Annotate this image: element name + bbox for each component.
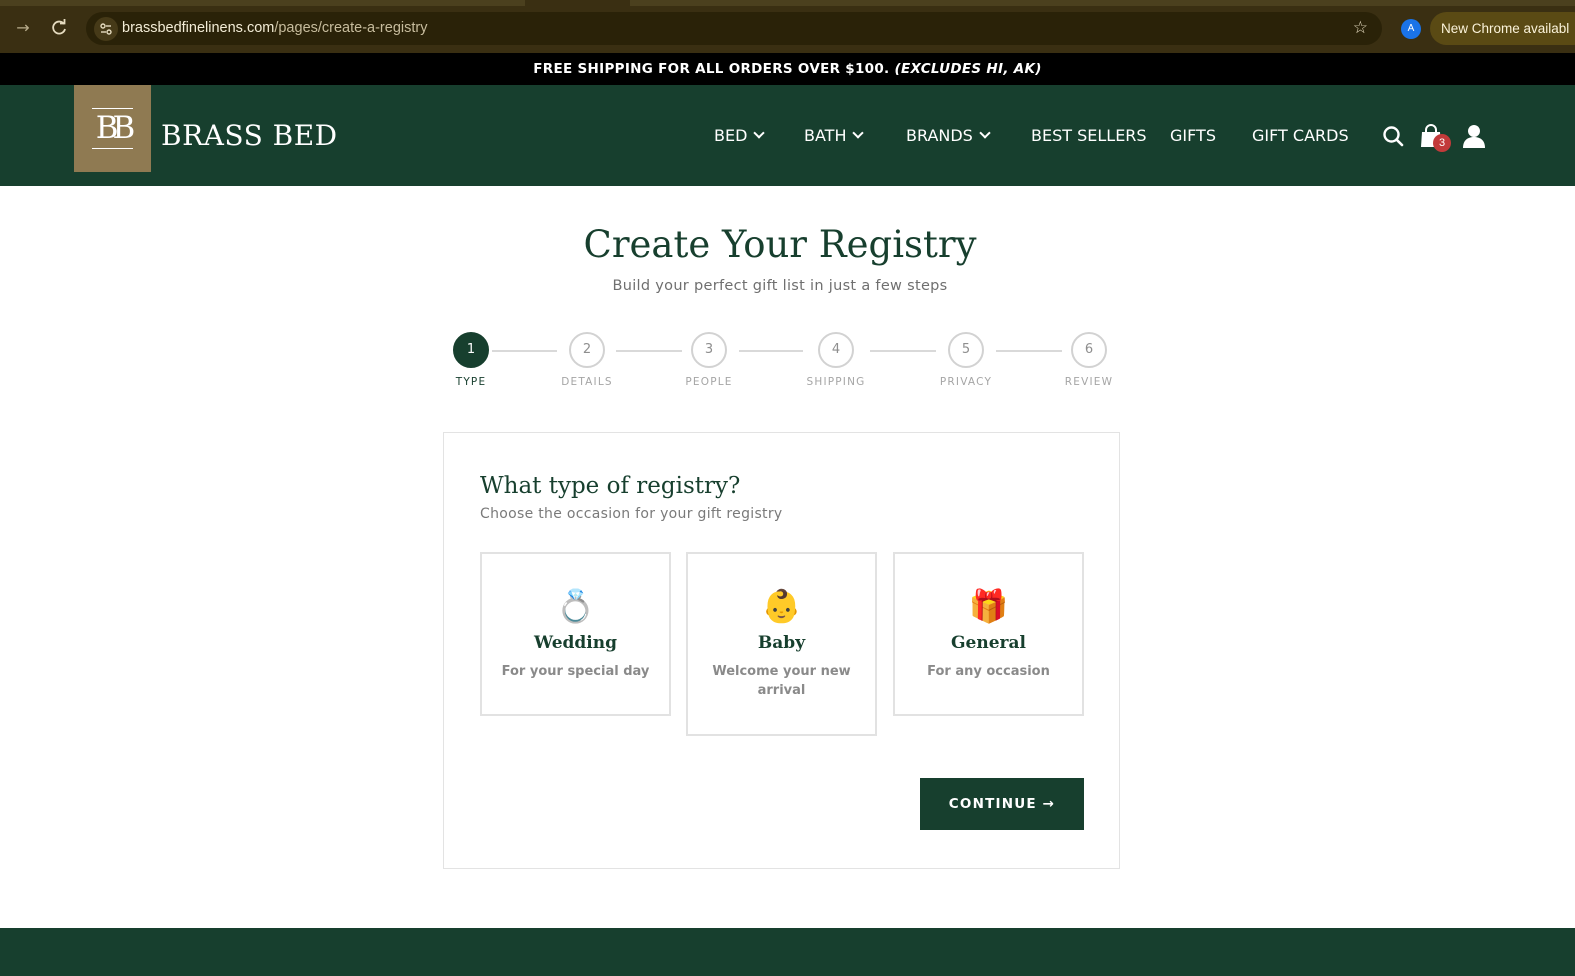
profile-avatar[interactable]: A bbox=[1401, 19, 1421, 39]
chevron-down-icon bbox=[979, 127, 991, 139]
step-number: 4 bbox=[818, 332, 854, 368]
forward-arrow-icon[interactable]: → bbox=[11, 16, 35, 40]
option-title: Baby bbox=[757, 633, 806, 653]
nav-gift-cards[interactable]: GIFT CARDS bbox=[1252, 125, 1349, 147]
card-subtitle: Choose the occasion for your gift regist… bbox=[480, 506, 783, 522]
logo-monogram: BB bbox=[95, 110, 136, 146]
chevron-down-icon bbox=[852, 127, 865, 139]
baby-icon: 👶 bbox=[761, 587, 802, 625]
step-label: DETAILS bbox=[561, 376, 613, 388]
star-icon[interactable]: ☆ bbox=[1353, 17, 1368, 39]
option-wedding[interactable]: 💍 Wedding For your special day bbox=[480, 552, 671, 716]
continue-button[interactable]: CONTINUE → bbox=[920, 778, 1084, 830]
url-text[interactable]: brassbedfinelinens.com/pages/create-a-re… bbox=[122, 20, 427, 36]
option-description: For any occasion bbox=[927, 664, 1050, 679]
footer bbox=[0, 928, 1575, 976]
cart-count-badge: 3 bbox=[1433, 134, 1451, 152]
step-number: 1 bbox=[453, 332, 489, 368]
logo-rule-bottom bbox=[92, 148, 133, 149]
step-privacy: 5 PRIVACY bbox=[926, 332, 1006, 388]
option-title: General bbox=[951, 633, 1026, 653]
logo-mark[interactable]: BB bbox=[74, 85, 151, 172]
option-description: For your special day bbox=[501, 664, 650, 679]
gift-icon: 🎁 bbox=[968, 587, 1009, 625]
nav-bath[interactable]: BATH bbox=[804, 125, 865, 147]
site-header: BB BRASS BED BED BATH BRANDS BEST SELLER… bbox=[0, 85, 1575, 186]
step-people: 3 PEOPLE bbox=[669, 332, 749, 388]
step-type: 1 TYPE bbox=[431, 332, 511, 388]
url-host: brassbedfinelinens.com bbox=[122, 20, 275, 36]
announcement-bar: FREE SHIPPING FOR ALL ORDERS OVER $100. … bbox=[0, 53, 1575, 85]
logo-rule-top bbox=[92, 108, 133, 109]
card-title: What type of registry? bbox=[480, 473, 741, 499]
step-number: 3 bbox=[691, 332, 727, 368]
browser-toolbar: → brassbedfinelinens.com/pages/create-a-… bbox=[0, 0, 1575, 53]
page-title: Create Your Registry bbox=[583, 223, 977, 266]
step-label: REVIEW bbox=[1064, 376, 1114, 388]
reload-icon[interactable] bbox=[47, 16, 71, 40]
step-label: PRIVACY bbox=[939, 376, 993, 388]
nav-gifts[interactable]: GIFTS bbox=[1170, 125, 1216, 147]
option-general[interactable]: 🎁 General For any occasion bbox=[893, 552, 1084, 716]
step-review: 6 REVIEW bbox=[1049, 332, 1129, 388]
site-settings-icon[interactable] bbox=[94, 17, 118, 41]
step-label: TYPE bbox=[455, 376, 487, 388]
registry-stepper: 1 TYPE 2 DETAILS 3 PEOPLE 4 SHIPPING 5 P… bbox=[0, 332, 1575, 392]
url-path: /pages/create-a-registry bbox=[274, 20, 428, 36]
nav-bed-label: BED bbox=[714, 126, 748, 145]
step-number: 6 bbox=[1071, 332, 1107, 368]
option-title: Wedding bbox=[534, 633, 617, 653]
step-number: 5 bbox=[948, 332, 984, 368]
search-icon[interactable] bbox=[1382, 125, 1404, 147]
nav-best-sellers[interactable]: BEST SELLERS bbox=[1031, 125, 1147, 147]
address-bar[interactable]: brassbedfinelinens.com/pages/create-a-re… bbox=[86, 12, 1382, 45]
logo-wordmark[interactable]: BRASS BED bbox=[161, 119, 338, 153]
nav-brands-label: BRANDS bbox=[906, 126, 973, 145]
step-label: PEOPLE bbox=[685, 376, 733, 388]
step-shipping: 4 SHIPPING bbox=[796, 332, 876, 388]
announcement-emphasis: (EXCLUDES HI, AK) bbox=[894, 61, 1042, 77]
chrome-update-button[interactable]: New Chrome availabl bbox=[1430, 12, 1575, 45]
page-subtitle: Build your perfect gift list in just a f… bbox=[612, 278, 948, 294]
option-description: Welcome your new arrival bbox=[712, 664, 851, 698]
step-details: 2 DETAILS bbox=[547, 332, 627, 388]
ring-icon: 💍 bbox=[555, 587, 596, 625]
account-icon[interactable] bbox=[1463, 124, 1485, 148]
tab-strip bbox=[0, 0, 1575, 6]
step-label: SHIPPING bbox=[806, 376, 866, 388]
step-number: 2 bbox=[569, 332, 605, 368]
nav-bath-label: BATH bbox=[804, 126, 847, 145]
nav-brands[interactable]: BRANDS bbox=[906, 125, 991, 147]
registry-type-card: What type of registry? Choose the occasi… bbox=[443, 432, 1120, 869]
option-baby[interactable]: 👶 Baby Welcome your new arrival bbox=[686, 552, 877, 736]
chevron-down-icon bbox=[753, 127, 766, 139]
announcement-text: FREE SHIPPING FOR ALL ORDERS OVER $100. bbox=[533, 61, 890, 77]
nav-bed[interactable]: BED bbox=[714, 125, 766, 147]
active-tab[interactable] bbox=[525, 0, 630, 6]
